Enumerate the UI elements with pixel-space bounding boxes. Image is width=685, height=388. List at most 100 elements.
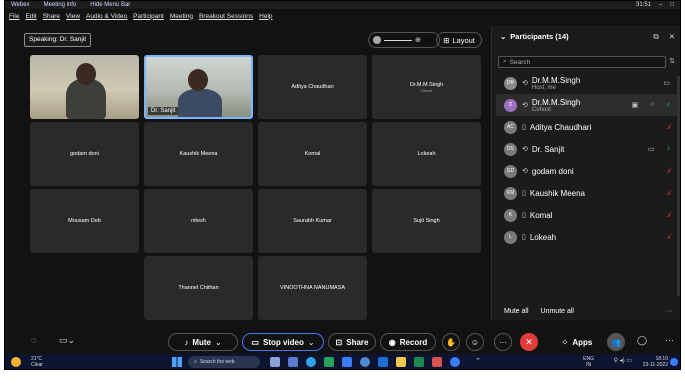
system-tray-icons[interactable]: ⚲ ◂) ▭ bbox=[614, 358, 632, 365]
participant-tile[interactable]: Lokeah bbox=[372, 122, 481, 186]
powerpoint-app-icon[interactable] bbox=[432, 357, 442, 367]
chevron-down-icon[interactable]: ⌄ bbox=[500, 32, 506, 41]
participant-tile[interactable]: nitesh bbox=[144, 189, 253, 253]
participant-row[interactable]: DR ⟲ Dr.M.M.Singh Host, me ▭ bbox=[496, 72, 678, 94]
sort-icon[interactable]: ⇅ bbox=[669, 57, 675, 65]
participant-tile[interactable]: Dr.M.M.Singh Cohost bbox=[372, 55, 481, 119]
participant-row[interactable]: DS ⟲ Dr. Sanjit ▭ ♪ bbox=[496, 138, 678, 160]
task-view-icon[interactable] bbox=[270, 357, 280, 367]
participant-row[interactable]: K ▯ Komal ♪̸ bbox=[496, 204, 678, 226]
hide-menu-bar-button[interactable]: Hide Menu Bar bbox=[90, 2, 130, 8]
taskbar-search-box[interactable]: ⌕ Search the web bbox=[188, 356, 260, 368]
menu-meeting[interactable]: Meeting bbox=[170, 13, 193, 20]
participant-search-input[interactable]: ⌕ Search bbox=[498, 56, 666, 68]
file-explorer-icon[interactable] bbox=[396, 357, 406, 367]
participant-row[interactable]: GD ⟲ godam doni ♪̸ bbox=[496, 160, 678, 182]
browser-app-icon[interactable] bbox=[450, 357, 460, 367]
participant-tile[interactable]: Sujit Singh bbox=[372, 189, 481, 253]
edge-browser-icon[interactable] bbox=[306, 357, 316, 367]
reactions-icon[interactable]: ◌ bbox=[31, 335, 36, 345]
zoom-slider[interactable]: ⊕ bbox=[368, 32, 440, 48]
menu-view[interactable]: View bbox=[66, 13, 80, 20]
participant-tile[interactable]: Kaushik Meena bbox=[144, 122, 253, 186]
participant-row[interactable]: D ⟲ Dr.M.M.Singh Cohost ▣ ○ ♪ bbox=[496, 94, 678, 116]
close-icon[interactable]: ✕ bbox=[669, 32, 675, 42]
video-tile-active-speaker[interactable]: Dr. Sanjit bbox=[144, 55, 253, 119]
microphone-muted-icon[interactable]: ♪̸ bbox=[667, 124, 671, 131]
windows-start-icon[interactable] bbox=[172, 357, 182, 367]
menu-file[interactable]: File bbox=[9, 13, 19, 20]
microphone-muted-icon[interactable]: ♪̸ bbox=[667, 190, 671, 197]
menu-help[interactable]: Help bbox=[259, 13, 272, 20]
chat-icon[interactable]: ○ bbox=[650, 101, 654, 109]
mail-icon[interactable] bbox=[342, 357, 352, 367]
participant-tile[interactable]: Thannel Chithan bbox=[144, 256, 253, 320]
chat-bubble-icon[interactable]: ▭⌄ bbox=[59, 335, 75, 346]
layout-label: Layout bbox=[452, 35, 475, 45]
video-camera-icon[interactable]: ▭ bbox=[648, 145, 655, 153]
mute-all-button[interactable]: Mute all bbox=[504, 308, 529, 315]
menu-audio-video[interactable]: Audio & Video bbox=[86, 13, 127, 20]
taskbar-search-placeholder: Search the web bbox=[199, 359, 235, 365]
meeting-info-button[interactable]: Meeting info bbox=[44, 2, 77, 8]
popout-icon[interactable]: ⧉ bbox=[653, 32, 658, 42]
end-call-button[interactable]: ✕ bbox=[520, 333, 538, 351]
participant-tile[interactable]: VINOOTHNA NANUMASA bbox=[258, 256, 367, 320]
unmute-all-button[interactable]: Unmute all bbox=[541, 308, 574, 315]
minimize-icon[interactable]: – bbox=[659, 2, 662, 8]
participants-panel-header[interactable]: ⌄ Participants (14) bbox=[500, 32, 569, 41]
weather-widget[interactable]: 21°C Clear bbox=[31, 356, 43, 368]
apps-button[interactable]: ⁘ Apps bbox=[553, 333, 601, 351]
captions-icon[interactable]: ▣ bbox=[632, 101, 639, 109]
participant-list-scrollbar[interactable] bbox=[677, 76, 680, 296]
participant-row[interactable]: KM ▯ Kaushik Meena ♪̸ bbox=[496, 182, 678, 204]
more-options-icon[interactable]: ··· bbox=[666, 308, 673, 315]
hand-raise-button[interactable]: ✋ bbox=[442, 333, 460, 351]
language-indicator[interactable]: ENG IN bbox=[583, 356, 594, 368]
notification-icon[interactable] bbox=[670, 358, 678, 366]
microphone-muted-icon[interactable]: ♪̸ bbox=[667, 168, 671, 175]
avatar: L bbox=[504, 230, 517, 244]
chat-app-icon[interactable] bbox=[288, 357, 298, 367]
participant-tile[interactable]: Saurabh Kumar bbox=[258, 189, 367, 253]
spreadsheet-app-icon[interactable] bbox=[324, 357, 334, 367]
video-camera-icon[interactable]: ▭ bbox=[663, 79, 670, 87]
participant-tile[interactable]: Aditya Chaudhari bbox=[258, 55, 367, 119]
menu-share[interactable]: Share bbox=[43, 13, 60, 20]
menu-edit[interactable]: Edit bbox=[25, 13, 36, 20]
weather-icon[interactable] bbox=[11, 357, 21, 367]
participants-toggle-button[interactable]: 👥 bbox=[607, 333, 625, 351]
chat-icon[interactable]: ◯ bbox=[637, 335, 647, 346]
zoom-icon[interactable]: ⊕ bbox=[415, 36, 421, 44]
stop-video-button[interactable]: ▭ Stop video ⌄ bbox=[242, 333, 324, 351]
maximize-icon[interactable]: □ bbox=[670, 2, 674, 8]
menu-participant[interactable]: Participant bbox=[133, 13, 164, 20]
participant-row[interactable]: L ▯ Lokeah ♪̸ bbox=[496, 226, 678, 248]
mute-button[interactable]: ♪ Mute ⌄ bbox=[168, 333, 238, 351]
microphone-muted-icon[interactable]: ♪̸ bbox=[667, 212, 671, 219]
slider-handle[interactable] bbox=[373, 36, 381, 44]
layout-button[interactable]: ⊞ Layout bbox=[436, 32, 482, 48]
microphone-on-icon[interactable]: ♪ bbox=[667, 145, 671, 153]
share-button[interactable]: ⊡ Share bbox=[328, 333, 376, 351]
record-button[interactable]: ◉ Record bbox=[380, 333, 436, 351]
participant-tile[interactable]: Komal bbox=[258, 122, 367, 186]
microphone-muted-icon[interactable]: ♪̸ bbox=[667, 234, 671, 241]
show-hidden-icons-icon[interactable]: ⌃ bbox=[475, 357, 485, 367]
participant-tile[interactable]: godam doni bbox=[30, 122, 139, 186]
reaction-button[interactable]: ☺ bbox=[466, 333, 484, 351]
microphone-on-icon[interactable]: ♪ bbox=[667, 101, 671, 109]
excel-app-icon[interactable] bbox=[414, 357, 424, 367]
more-icon[interactable]: ··· bbox=[665, 335, 674, 345]
word-app-icon[interactable] bbox=[378, 357, 388, 367]
taskbar-clock[interactable]: 18:10 23-11-2022 bbox=[643, 356, 668, 368]
more-options-button[interactable]: ··· bbox=[494, 333, 512, 351]
menu-breakout-sessions[interactable]: Breakout Sessions bbox=[199, 13, 253, 20]
webex-app-icon[interactable] bbox=[360, 357, 370, 367]
avatar: GD bbox=[504, 164, 517, 178]
participant-tile[interactable]: Mousam Deb bbox=[30, 189, 139, 253]
avatar: K bbox=[504, 208, 517, 222]
avatar: D bbox=[504, 98, 517, 112]
participant-row[interactable]: AC ▯ Aditya Chaudhari ♪̸ bbox=[496, 116, 678, 138]
video-tile[interactable] bbox=[30, 55, 139, 119]
